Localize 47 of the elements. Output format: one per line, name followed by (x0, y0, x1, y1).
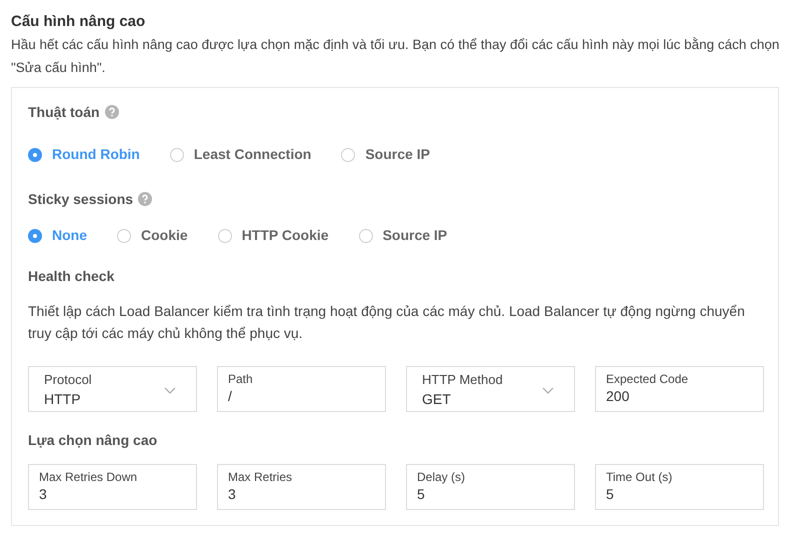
input-field[interactable]: Path / (217, 366, 386, 412)
field-value: HTTP (44, 390, 81, 409)
section-description: Hầu hết các cấu hình nâng cao được lựa chọn mặc định và tối ưu. Bạn có thể thay đổi các cấu hình này mọi lúc bằng cách chọn "Sửa cấu hình". (11, 36, 780, 77)
health-check-description: Thiết lập cách Load Balancer kiểm tra tình trạng hoạt động của các máy chủ. Load Balancer tự động ngừng chuyển truy cập tới các máy chủ không thể phục vụ. (28, 302, 746, 343)
select-field[interactable]: HTTP Method GET (406, 366, 575, 412)
radio-button[interactable] (117, 228, 131, 242)
radio-button[interactable] (28, 148, 42, 162)
radio-button[interactable] (341, 148, 356, 162)
field-label: Max Retries (228, 469, 294, 485)
input-field[interactable]: Delay (s) 5 (406, 464, 575, 510)
chevron-down-icon (164, 387, 176, 394)
field-value: 5 (606, 485, 615, 503)
radio-label[interactable]: Source IP (365, 144, 430, 165)
input-field[interactable]: Time Out (s) 5 (595, 464, 764, 510)
help-icon[interactable] (104, 105, 119, 119)
field-label: Max Retries Down (39, 469, 138, 485)
radio-button[interactable] (28, 228, 42, 242)
radio-label[interactable]: Least Connection (194, 144, 312, 165)
field-label: Expected Code (606, 371, 690, 387)
field-value: / (228, 387, 233, 405)
field-label: Time Out (s) (606, 469, 674, 485)
help-icon[interactable] (138, 192, 152, 206)
group-label: Health check (28, 267, 116, 286)
radio-label[interactable]: Source IP (382, 225, 448, 246)
radio-label[interactable]: Cookie (141, 225, 188, 246)
chevron-down-icon (542, 387, 554, 394)
group-label: Sticky sessions (28, 190, 134, 209)
radio-label[interactable]: HTTP Cookie (242, 225, 329, 246)
input-field[interactable]: Max Retries Down 3 (28, 464, 197, 510)
section-title: Cấu hình nâng cao (11, 12, 146, 32)
input-field[interactable]: Max Retries 3 (217, 464, 386, 510)
field-value: 200 (606, 387, 630, 405)
field-value: 5 (417, 485, 426, 503)
field-label: Path (228, 371, 254, 387)
group-label: Thuật toán (28, 102, 100, 122)
group-label: Lựa chọn nâng cao (28, 431, 158, 450)
field-label: Delay (s) (417, 469, 466, 485)
radio-button[interactable] (358, 228, 373, 242)
field-label: Protocol (44, 371, 92, 389)
field-value: 3 (228, 485, 237, 503)
field-value: 3 (39, 485, 48, 503)
radio-button[interactable] (170, 148, 184, 162)
field-value: GET (422, 390, 451, 409)
select-field[interactable]: Protocol HTTP (28, 366, 197, 412)
input-field[interactable]: Expected Code 200 (595, 366, 764, 412)
field-label: HTTP Method (422, 371, 503, 389)
radio-button[interactable] (218, 228, 232, 242)
